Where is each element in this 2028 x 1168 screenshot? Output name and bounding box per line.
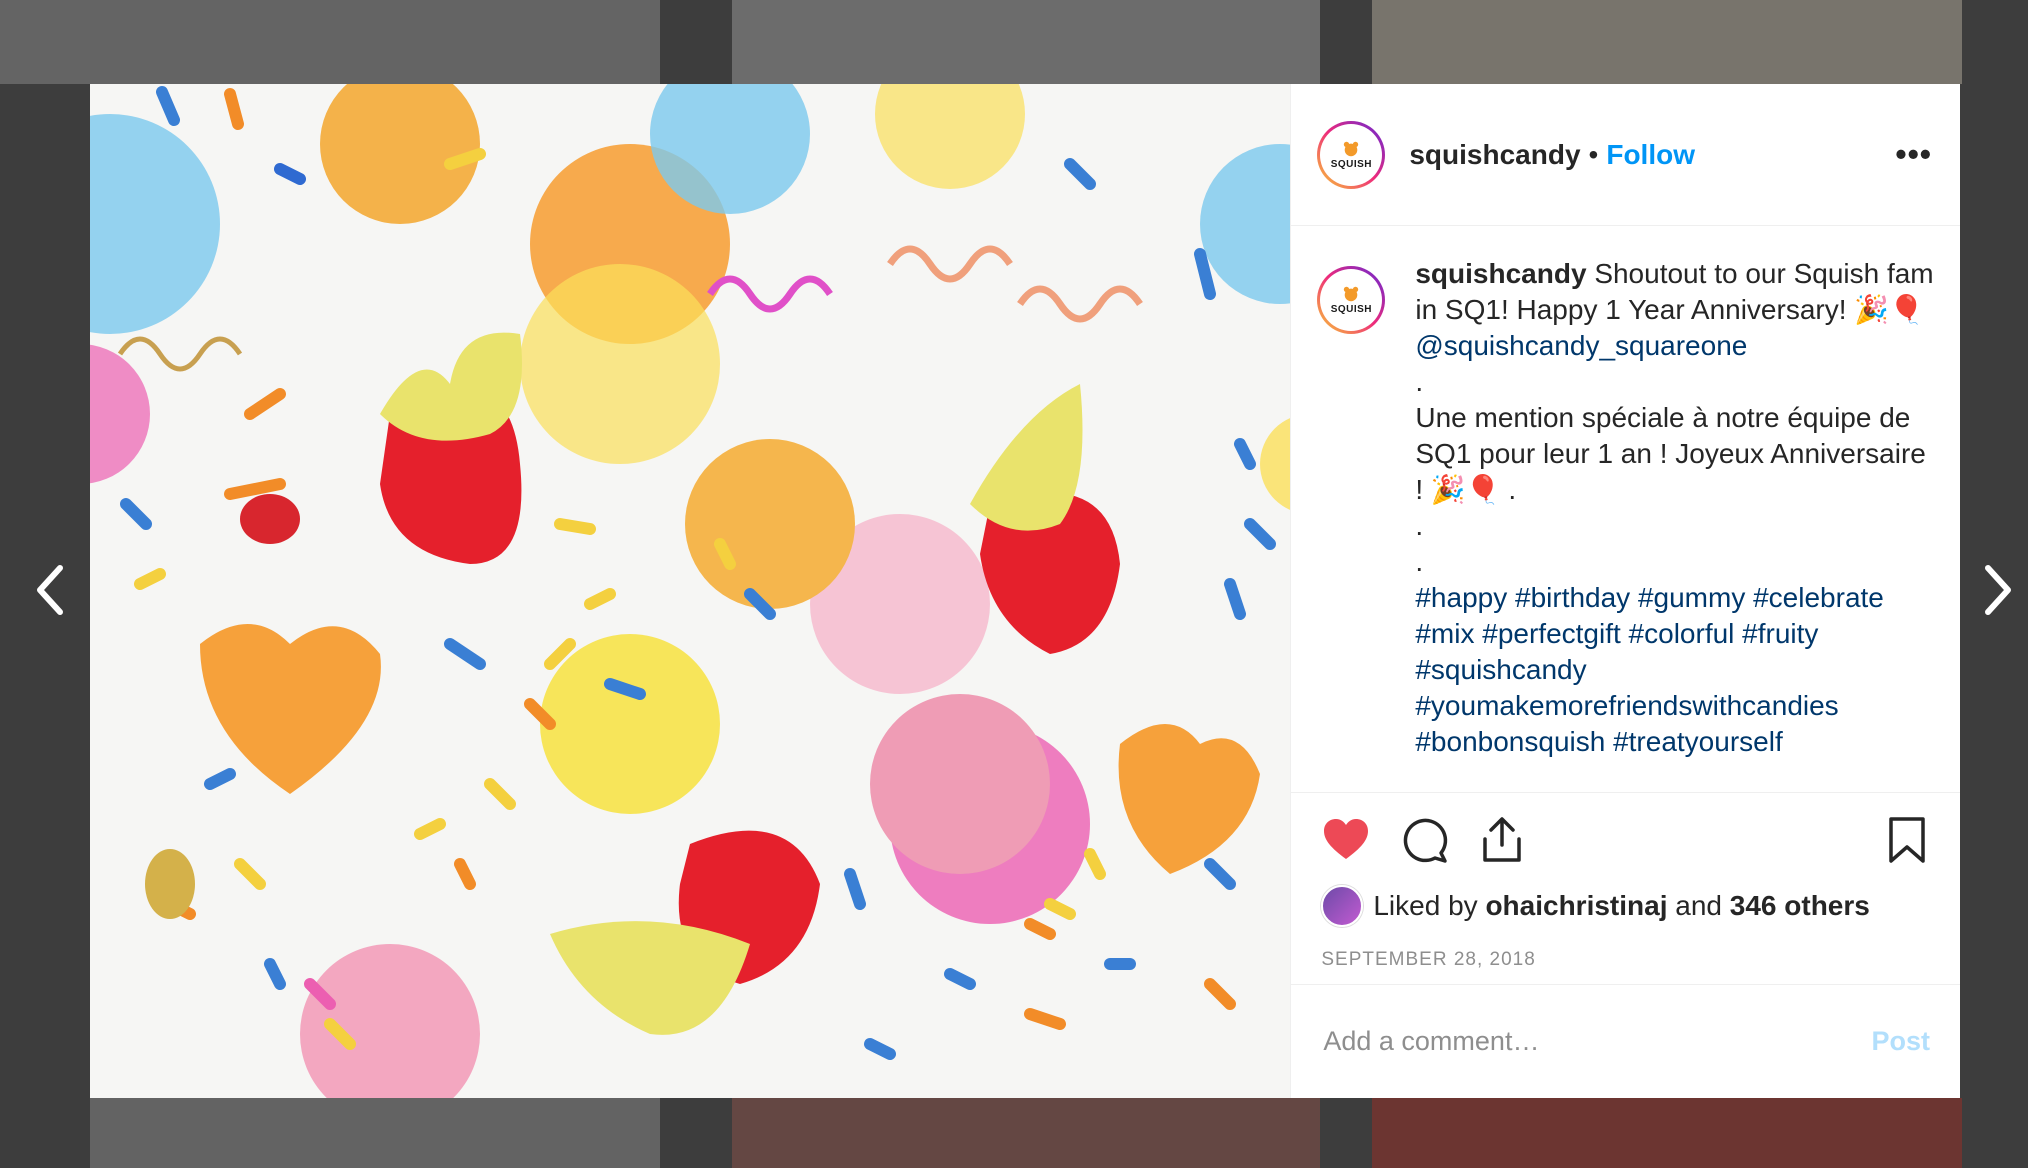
caption-avatar[interactable]: SQUISH <box>1317 266 1386 334</box>
post-actions: Liked by ohaichristinaj and 346 others S… <box>1291 792 1960 984</box>
comment-icon[interactable] <box>1399 815 1449 865</box>
balloon-confetti <box>240 494 300 544</box>
likes-summary: Liked by ohaichristinaj and 346 others <box>1321 885 1932 927</box>
caption-line-4: . <box>1415 510 1424 541</box>
post-details-panel: SQUISH squishcandy • Follow ••• SQUISH s… <box>1290 84 1960 1098</box>
post-date[interactable]: SEPTEMBER 28, 2018 <box>1321 949 1932 971</box>
post-photo[interactable] <box>90 84 1291 1098</box>
orange-chocolate-candy <box>685 439 855 609</box>
comment-form: Post <box>1291 984 1960 1098</box>
chevron-right-icon <box>1985 565 2011 615</box>
balloon-confetti <box>145 849 195 919</box>
hashtags[interactable]: #happy #birthday #gummy #celebrate #mix … <box>1415 580 1936 760</box>
chevron-left-icon <box>37 565 63 615</box>
bear-logo-icon <box>1344 141 1359 156</box>
profile-avatar[interactable]: SQUISH <box>1317 120 1386 189</box>
post-comment-button[interactable]: Post <box>1871 1026 1930 1057</box>
caption-text: squishcandy Shoutout to our Squish fam i… <box>1415 256 1936 792</box>
post-modal: SQUISH squishcandy • Follow ••• SQUISH s… <box>90 84 1960 1098</box>
caption-username[interactable]: squishcandy <box>1415 258 1586 289</box>
bookmark-icon[interactable] <box>1882 815 1932 865</box>
separator-dot: • <box>1588 138 1599 170</box>
liker-username[interactable]: ohaichristinaj <box>1485 890 1667 922</box>
likes-count-link[interactable]: 346 others <box>1730 890 1870 922</box>
pink-chocolate-candy <box>870 694 1050 874</box>
avatar-logo-text: SQUISH <box>1330 158 1373 170</box>
next-post-button[interactable] <box>1968 560 2028 620</box>
bear-logo-icon <box>1344 286 1359 302</box>
yellow-chocolate-candy <box>540 634 720 814</box>
caption-line-5: . <box>1415 546 1424 577</box>
comment-input[interactable] <box>1321 1025 1872 1058</box>
heart-icon[interactable] <box>1321 815 1371 865</box>
more-options-icon[interactable]: ••• <box>1895 136 1932 173</box>
caption-line-3: Une mention spéciale à notre équipe de S… <box>1415 402 1934 505</box>
follow-button[interactable]: Follow <box>1606 139 1695 171</box>
liker-avatar[interactable] <box>1321 885 1364 927</box>
username-link[interactable]: squishcandy <box>1409 139 1580 171</box>
caption-line-2: . <box>1415 366 1424 397</box>
confetti-circle <box>520 264 720 464</box>
likes-prefix: Liked by <box>1373 890 1478 921</box>
previous-post-button[interactable] <box>20 560 80 620</box>
mention-link[interactable]: @squishcandy_squareone <box>1415 330 1747 361</box>
avatar-logo-text: SQUISH <box>1330 304 1373 315</box>
post-header: SQUISH squishcandy • Follow ••• <box>1291 84 1960 226</box>
candy-photo-illustration <box>90 84 1291 1098</box>
share-icon[interactable] <box>1477 815 1527 865</box>
caption-section: SQUISH squishcandy Shoutout to our Squis… <box>1291 226 1960 792</box>
likes-connector: and <box>1675 890 1722 921</box>
